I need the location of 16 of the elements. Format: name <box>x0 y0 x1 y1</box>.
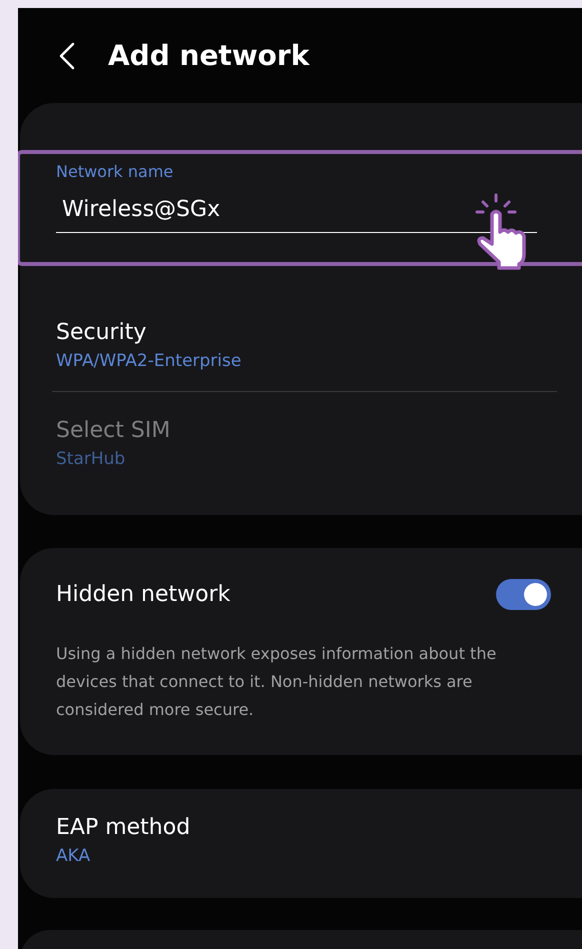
row-label: Hidden network <box>56 582 230 606</box>
network-name-field[interactable]: Network name Wireless@SGx <box>18 150 582 266</box>
security-row[interactable]: Security WPA/WPA2-Enterprise <box>20 280 582 371</box>
field-label: Network name <box>56 162 174 181</box>
back-icon[interactable] <box>58 42 76 70</box>
row-label: EAP method <box>56 815 192 840</box>
page-title: Add network <box>108 39 310 72</box>
row-value: StarHub <box>56 449 126 469</box>
row-label: Select SIM <box>56 418 172 443</box>
row-value: AKA <box>56 846 92 866</box>
toggle-switch[interactable] <box>496 578 551 610</box>
text-input[interactable]: Wireless@SGx <box>56 193 537 233</box>
description-text: Using a hidden network exposes information about the devices that connect to it. Non-hidden networks are considered more secure. <box>56 643 498 721</box>
row-value: WPA/WPA2-Enterprise <box>56 351 242 371</box>
row-label: Security <box>56 320 148 345</box>
eap-method-row[interactable]: EAP method AKA <box>56 815 582 866</box>
